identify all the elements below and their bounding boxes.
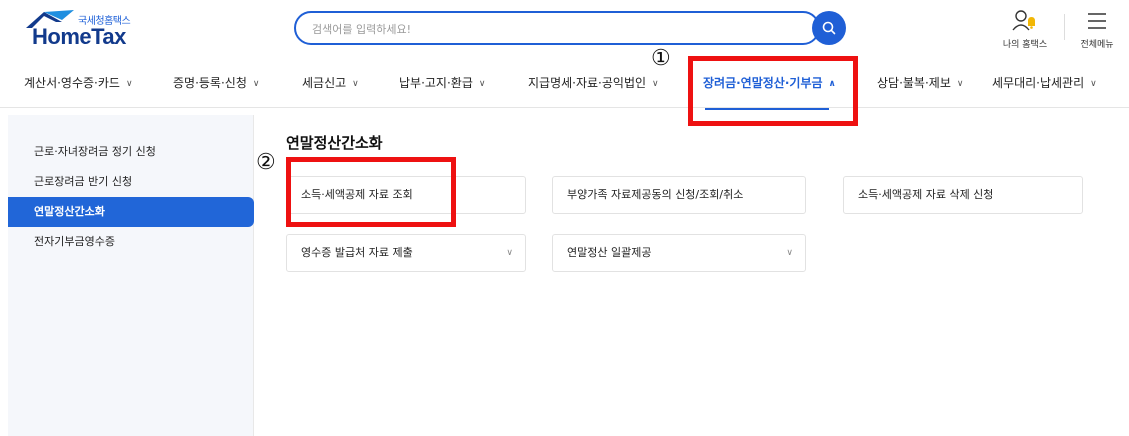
all-menu-button[interactable]: 전체메뉴 — [1072, 8, 1122, 52]
search-icon — [822, 21, 836, 35]
card-receipt-issuer-submit[interactable]: 영수증 발급처 자료 제출 ∨ — [286, 234, 526, 272]
nav-item-tax-report[interactable]: 세금신고 ∨ — [302, 74, 359, 91]
chevron-down-icon: ∨ — [786, 248, 793, 258]
sidebar-item-work-child-incentive[interactable]: 근로·자녀장려금 정기 신청 — [8, 137, 254, 167]
nav-item-payment-statement[interactable]: 지급명세·자료·공익법인 ∨ — [528, 74, 659, 91]
chevron-down-icon: ∨ — [956, 79, 964, 89]
nav-item-consultation[interactable]: 상담·불복·제보 ∨ — [877, 74, 963, 91]
search-input[interactable] — [312, 20, 782, 38]
chevron-down-icon: ∨ — [652, 79, 659, 89]
nav-item-certificate[interactable]: 증명·등록·신청 ∨ — [173, 74, 259, 91]
all-menu-label: 전체메뉴 — [1080, 40, 1114, 50]
hamburger-menu-icon — [1088, 13, 1106, 29]
card-bulk-provide[interactable]: 연말정산 일괄제공 ∨ — [552, 234, 806, 272]
chevron-down-icon: ∨ — [252, 79, 260, 89]
user-bell-icon — [1012, 10, 1035, 31]
chevron-down-icon: ∨ — [1090, 79, 1097, 89]
nav-item-tax-agent[interactable]: 세무대리·납세관리 ∨ — [992, 74, 1097, 91]
page-title: 연말정산간소화 — [286, 134, 383, 152]
sidebar-item-year-end-settlement[interactable]: 연말정산간소화 — [8, 197, 254, 227]
annotation-number-2: ② — [256, 150, 276, 175]
hometax-logo[interactable]: 국세청홈택스 HomeTax — [22, 8, 152, 52]
chevron-down-icon: ∨ — [125, 79, 133, 89]
header: 국세청홈택스 HomeTax 나의 홈택스 전체메뉴 — [0, 0, 1129, 60]
nav-item-invoice[interactable]: 계산서·영수증·카드 ∨ — [24, 74, 133, 91]
search-box — [294, 11, 820, 45]
search-button[interactable] — [812, 11, 846, 45]
my-hometax-label: 나의 홈택스 — [1002, 40, 1048, 50]
annotation-box-1 — [688, 56, 858, 126]
annotation-box-2 — [286, 157, 456, 227]
main-nav: 계산서·영수증·카드 ∨ 증명·등록·신청 ∨ 세금신고 ∨ 납부·고지·환급 ∨ 지급… — [0, 62, 1129, 108]
card-dependent-consent[interactable]: 부양가족 자료제공동의 신청/조회/취소 — [552, 176, 806, 214]
chevron-down-icon: ∨ — [506, 248, 513, 258]
annotation-number-1: ① — [651, 46, 671, 71]
nav-item-payment[interactable]: 납부·고지·환급 ∨ — [399, 74, 485, 91]
sidebar-item-donation-receipt[interactable]: 전자기부금영수증 — [8, 227, 254, 257]
logo-main-text: HomeTax — [32, 24, 126, 49]
sidebar: 근로·자녀장려금 정기 신청 근로장려금 반기 신청 연말정산간소화 전자기부금… — [8, 115, 254, 436]
card-deduction-data-delete[interactable]: 소득·세액공제 자료 삭제 신청 — [843, 176, 1083, 214]
my-hometax-button[interactable]: 나의 홈택스 — [1000, 8, 1050, 52]
chevron-down-icon: ∨ — [352, 79, 359, 89]
sidebar-item-half-year-incentive[interactable]: 근로장려금 반기 신청 — [8, 167, 254, 197]
chevron-down-icon: ∨ — [478, 79, 486, 89]
header-divider — [1064, 14, 1065, 40]
